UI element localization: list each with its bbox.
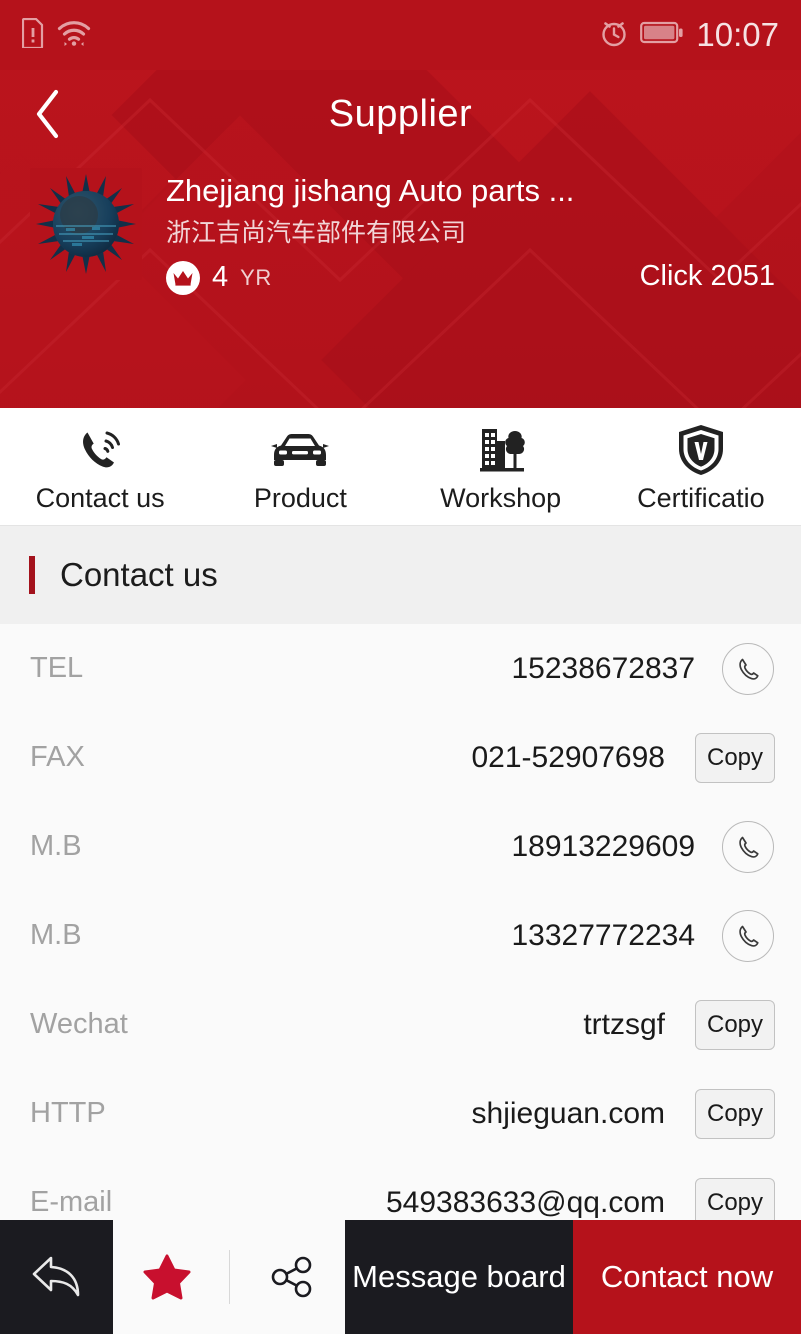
call-button[interactable] (722, 820, 774, 873)
supplier-text-block: Zhejjang jishang Auto parts ... 浙江吉尚汽车部件… (166, 168, 775, 295)
wifi-icon (57, 18, 91, 53)
contact-row-mb-2[interactable]: M.B 13327772234 (0, 891, 801, 980)
bottom-back-button[interactable] (0, 1220, 113, 1334)
bottom-tools (113, 1220, 345, 1334)
contact-row-tel[interactable]: TEL 15238672837 (0, 624, 801, 713)
copy-action[interactable]: Copy (691, 1088, 775, 1139)
copy-action[interactable]: Copy (691, 999, 775, 1050)
contact-value: shjieguan.com (471, 1096, 665, 1130)
factory-tree-icon (474, 423, 528, 477)
section-title: Contact us (60, 556, 218, 593)
contact-row-http[interactable]: HTTP shjieguan.com Copy (0, 1069, 801, 1158)
contact-value: 15238672837 (511, 651, 695, 685)
phone-ring-icon (74, 423, 126, 477)
copy-button[interactable]: Copy (695, 1088, 775, 1139)
supplier-logo (30, 168, 142, 280)
contact-now-button[interactable]: Contact now (573, 1220, 801, 1334)
crown-icon (173, 270, 193, 286)
supplier-info[interactable]: Zhejjang jishang Auto parts ... 浙江吉尚汽车部件… (0, 158, 801, 295)
status-bar-left-icons (21, 17, 91, 53)
shield-v-icon (676, 423, 726, 477)
reply-arrow-icon (32, 1256, 79, 1297)
spiky-sphere-logo-icon (30, 168, 142, 280)
section-accent-bar (29, 556, 35, 594)
bottom-action-bar: Message board Contact now (0, 1220, 801, 1334)
app-screen: 10:07 Supplier Zhejjang jishang Auto par… (0, 0, 801, 1334)
car-icon (270, 423, 330, 477)
tab-certification[interactable]: Certificatio (601, 408, 801, 525)
back-chevron-icon (36, 89, 59, 139)
contact-label: M.B (30, 830, 82, 862)
contact-row-fax[interactable]: FAX 021-52907698 Copy (0, 713, 801, 802)
alarm-icon (600, 18, 628, 53)
tab-label: Certificatio (637, 483, 765, 513)
contact-value: 18913229609 (511, 829, 695, 863)
copy-button[interactable]: Copy (695, 732, 775, 783)
navigation-bar: Supplier (0, 70, 801, 158)
call-action[interactable] (721, 820, 775, 873)
supplier-click-count: Click 2051 (639, 260, 775, 292)
call-action[interactable] (721, 642, 775, 695)
supplier-years-unit: YR (240, 264, 272, 290)
supplier-meta: 4 YR Click 2051 (166, 260, 775, 295)
copy-button[interactable]: Copy (695, 999, 775, 1050)
call-button[interactable] (722, 642, 774, 695)
section-header-contact-us: Contact us (0, 526, 801, 624)
share-icon (271, 1256, 311, 1298)
contact-row-wechat[interactable]: Wechat trtzsgf Copy (0, 980, 801, 1069)
supplier-name-en: Zhejjang jishang Auto parts ... (166, 173, 575, 208)
contact-label: M.B (30, 919, 82, 951)
tab-product[interactable]: Product (200, 408, 400, 525)
copy-action[interactable]: Copy (691, 732, 775, 783)
tab-label: Product (253, 483, 347, 513)
status-clock: 10:07 (696, 16, 779, 53)
phone-handset-icon (739, 836, 759, 858)
contact-label: Wechat (30, 1008, 128, 1040)
tab-label: Workshop (440, 483, 562, 513)
message-board-button[interactable]: Message board (345, 1220, 573, 1334)
star-icon (143, 1254, 190, 1300)
contact-value: 021-52907698 (471, 740, 665, 774)
bottom-tools-divider (228, 1250, 230, 1304)
supplier-years: 4 (212, 261, 229, 293)
call-button[interactable] (722, 909, 774, 962)
tab-label: Contact us (35, 483, 165, 513)
back-button[interactable] (14, 70, 82, 158)
supplier-tabbar: Contact us Product Workshop Certificatio (0, 408, 801, 526)
share-button[interactable] (247, 1220, 337, 1334)
page-title: Supplier (328, 92, 473, 135)
contact-label: TEL (30, 652, 84, 684)
supplier-name-cn: 浙江吉尚汽车部件有限公司 (166, 218, 467, 247)
sim-missing-icon (21, 17, 44, 53)
contact-value: trtzsgf (583, 1007, 665, 1041)
call-action[interactable] (721, 909, 775, 962)
supplier-header: Supplier Zhejjang jishang Auto parts ...… (0, 70, 801, 408)
contact-list: TEL 15238672837 FAX 021-52907698 Copy M.… (0, 624, 801, 1247)
crown-badge (166, 260, 200, 295)
tab-contact-us[interactable]: Contact us (0, 408, 200, 525)
favorite-button[interactable] (122, 1220, 212, 1334)
phone-handset-icon (739, 658, 759, 680)
status-bar-right-icons: 10:07 (600, 16, 779, 54)
contact-label: HTTP (30, 1097, 106, 1129)
contact-row-mb-1[interactable]: M.B 18913229609 (0, 802, 801, 891)
contact-value: 13327772234 (511, 918, 695, 952)
tab-workshop[interactable]: Workshop (401, 408, 601, 525)
phone-handset-icon (739, 925, 759, 947)
contact-value: 549383633@qq.com (386, 1185, 665, 1219)
battery-icon (640, 20, 684, 51)
contact-label: E-mail (30, 1186, 113, 1218)
status-bar: 10:07 (0, 0, 801, 70)
contact-label: FAX (30, 741, 85, 773)
